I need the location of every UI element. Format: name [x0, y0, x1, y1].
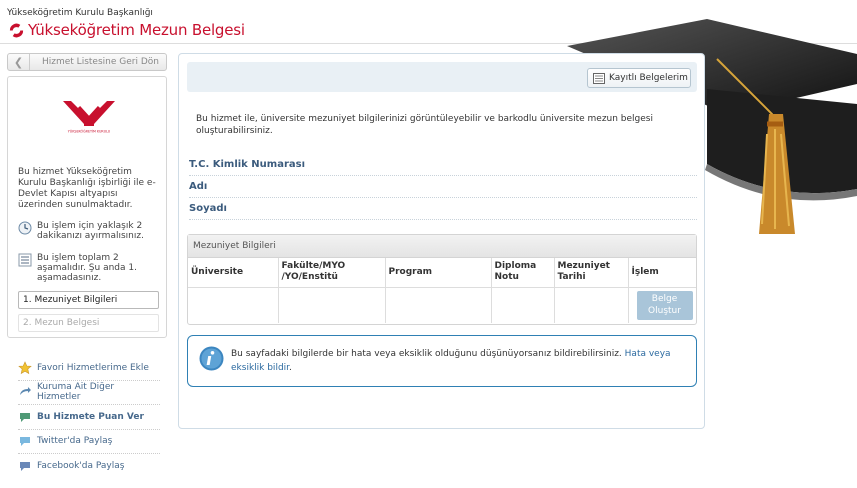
- chevron-left-icon: ❮: [8, 54, 30, 70]
- back-button-label: Hizmet Listesine Geri Dön: [42, 57, 159, 67]
- list-icon: [18, 253, 32, 267]
- side-links: Favori Hizmetlerime Ekle Kuruma Ait Diğe…: [18, 356, 160, 479]
- table-row: Belge Oluştur: [188, 287, 696, 323]
- col-graduation-date: Mezuniyet Tarihi: [554, 258, 629, 288]
- service-description: Bu hizmet Yükseköğretim Kurulu Başkanlığ…: [18, 167, 156, 210]
- add-favorite-link[interactable]: Favori Hizmetlerime Ekle: [18, 356, 160, 381]
- intro-text: Bu hizmet ile, üniversite mezuniyet bilg…: [196, 114, 653, 136]
- steps-info: Bu işlem toplam 2 aşamalıdır. Şu anda 1.…: [18, 253, 163, 283]
- surname-label: Soyadı: [189, 203, 227, 214]
- grid-title: Mezuniyet Bilgileri: [188, 235, 696, 258]
- page-title-block: Yükseköğretim Mezun Belgesi: [7, 21, 245, 39]
- col-program: Program: [385, 258, 492, 288]
- document-icon: [593, 72, 605, 84]
- main-panel: Kayıtlı Belgelerim Bu hizmet ile, üniver…: [178, 53, 705, 429]
- clock-icon: [18, 221, 32, 235]
- service-info-panel: YÜKSEKÖĞRETİM KURULU Bu hizmet Yükseköğr…: [7, 76, 167, 338]
- col-diploma-grade: Diploma Notu: [491, 258, 555, 288]
- create-document-button[interactable]: Belge Oluştur: [636, 290, 693, 320]
- facebook-share-link[interactable]: Facebook'da Paylaş: [18, 454, 160, 479]
- star-icon: [18, 361, 32, 374]
- saved-documents-button[interactable]: Kayıtlı Belgelerim: [587, 68, 691, 88]
- rate-service-label: Bu Hizmete Puan Ver: [37, 411, 144, 422]
- arrow-icon: [19, 387, 31, 396]
- info-box: Bu sayfadaki bilgilerde bir hata veya ek…: [187, 335, 697, 387]
- time-estimate-text: Bu işlem için yaklaşık 2 dakikanızı ayır…: [37, 221, 144, 241]
- step-2: 2. Mezun Belgesi: [18, 314, 159, 332]
- other-services-link[interactable]: Kuruma Ait Diğer Hizmetler: [18, 381, 160, 405]
- other-services-label: Kuruma Ait Diğer Hizmetler: [36, 382, 115, 403]
- graduation-info-grid: Mezuniyet Bilgileri Üniversite Fakülte/M…: [187, 234, 697, 325]
- cell-university: [188, 287, 279, 323]
- col-university: Üniversite: [188, 258, 279, 288]
- cell-faculty: [278, 287, 386, 323]
- site-subtitle: Yükseköğretim Kurulu Başkanlığı: [7, 8, 153, 18]
- facebook-icon: [20, 462, 30, 472]
- name-field: Adı: [189, 176, 697, 198]
- page-title: Yükseköğretim Mezun Belgesi: [28, 21, 245, 39]
- twitter-share-link[interactable]: Twitter'da Paylaş: [18, 430, 160, 454]
- toolbar: Kayıtlı Belgelerim: [187, 62, 697, 92]
- col-action: İşlem: [628, 258, 696, 288]
- info-icon: [199, 346, 224, 371]
- tc-id-field: T.C. Kimlik Numarası: [189, 154, 697, 176]
- saved-documents-label: Kayıtlı Belgelerim: [609, 73, 688, 83]
- add-favorite-label: Favori Hizmetlerime Ekle: [37, 362, 149, 373]
- cell-graduation-date: [554, 287, 629, 323]
- svg-text:YÜKSEKÖĞRETİM KURULU: YÜKSEKÖĞRETİM KURULU: [68, 129, 111, 134]
- name-label: Adı: [189, 181, 208, 192]
- rating-icon: [20, 412, 30, 422]
- edevlet-logo-icon: [9, 23, 24, 37]
- yok-logo: YÜKSEKÖĞRETİM KURULU: [63, 101, 115, 134]
- twitter-share-label: Twitter'da Paylaş: [37, 436, 113, 447]
- graduation-table: Üniversite Fakülte/MYO /YO/Enstitü Progr…: [188, 258, 696, 323]
- cell-diploma-grade: [491, 287, 555, 323]
- steps-info-text: Bu işlem toplam 2 aşamalıdır. Şu anda 1.…: [37, 253, 137, 283]
- step-1: 1. Mezuniyet Bilgileri: [18, 291, 159, 309]
- facebook-share-label: Facebook'da Paylaş: [37, 461, 125, 472]
- back-to-service-list-button[interactable]: ❮ Hizmet Listesine Geri Dön: [7, 53, 167, 71]
- twitter-icon: [20, 437, 30, 447]
- info-text-block: Bu sayfadaki bilgilerde bir hata veya ek…: [231, 347, 686, 375]
- table-header-row: Üniversite Fakülte/MYO /YO/Enstitü Progr…: [188, 258, 696, 288]
- info-text: Bu sayfadaki bilgilerde bir hata veya ek…: [231, 349, 622, 359]
- time-estimate: Bu işlem için yaklaşık 2 dakikanızı ayır…: [18, 221, 163, 241]
- rate-service-link[interactable]: Bu Hizmete Puan Ver: [18, 405, 160, 430]
- cell-action: Belge Oluştur: [628, 287, 696, 323]
- surname-field: Soyadı: [189, 198, 697, 220]
- col-faculty: Fakülte/MYO /YO/Enstitü: [278, 258, 386, 288]
- tc-id-label: T.C. Kimlik Numarası: [189, 159, 306, 170]
- info-text-end: .: [289, 363, 292, 373]
- cell-program: [385, 287, 492, 323]
